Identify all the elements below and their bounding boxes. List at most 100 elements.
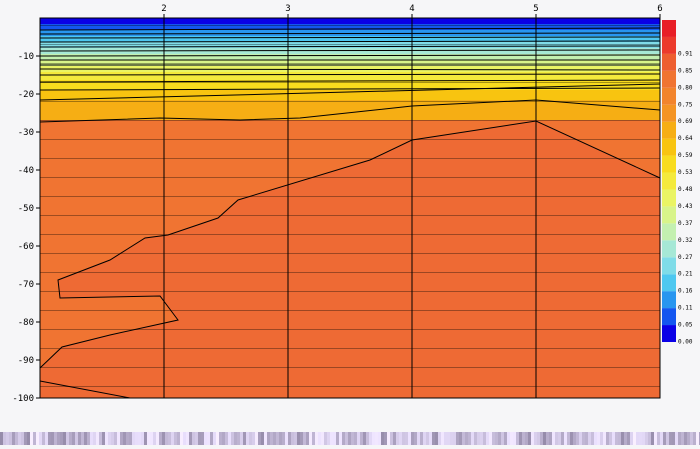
noise-pixel [561,432,564,445]
noise-pixel [582,432,585,445]
noise-pixel [81,432,84,445]
noise-pixel [309,432,312,445]
noise-pixel [240,432,243,445]
colorbar-swatch [662,240,676,258]
noise-pixel [123,432,126,445]
colorbar-swatch [662,87,676,105]
noise-pixel [84,432,87,445]
x-tick-label: 5 [533,4,538,14]
y-tick-label: -20 [18,90,34,100]
noise-pixel [111,432,114,445]
noise-pixel [336,432,339,445]
noise-pixel [405,432,408,445]
colorbar-label: 0.11 [678,305,693,312]
noise-pixel [15,432,18,445]
noise-pixel [573,432,576,445]
noise-pixel [411,432,414,445]
noise-pixel [225,432,228,445]
noise-pixel [444,432,447,445]
noise-pixel [72,432,75,445]
noise-pixel [108,432,111,445]
noise-pixel [222,432,225,445]
colorbar-swatch [662,70,676,88]
y-tick-label: -10 [18,52,34,62]
noise-pixel [213,432,216,445]
noise-pixel [462,432,465,445]
noise-pixel [528,432,531,445]
noise-pixel [450,432,453,445]
noise-pixel [648,432,651,445]
noise-pixel [237,432,240,445]
noise-pixel [48,432,51,445]
noise-pixel [39,432,42,445]
noise-pixel [393,432,396,445]
noise-pixel [555,432,558,445]
colorbar-label: 0.80 [678,84,693,91]
noise-pixel [630,432,633,445]
colorbar-swatch [662,104,676,122]
colorbar-swatch [662,206,676,224]
noise-pixel [96,432,99,445]
noise-pixel [675,432,678,445]
noise-pixel [30,432,33,445]
noise-pixel [129,432,132,445]
noise-pixel [549,432,552,445]
noise-pixel [33,432,36,445]
noise-pixel [315,432,318,445]
noise-pixel [267,432,270,445]
noise-pixel [231,432,234,445]
noise-pixel [6,432,9,445]
noise-pixel [627,432,630,445]
noise-pixel [459,432,462,445]
noise-pixel [186,432,189,445]
y-tick-label: -30 [18,128,34,138]
noise-pixel [270,432,273,445]
noise-pixel [447,432,450,445]
colorbar-label: 0.27 [678,254,693,261]
colorbar-swatch [662,20,676,37]
noise-pixel [339,432,342,445]
colorbar-swatch [662,223,676,241]
noise-pixel [42,432,45,445]
noise-pixel [423,432,426,445]
noise-pixel [198,432,201,445]
noise-pixel [216,432,219,445]
noise-pixel [456,432,459,445]
noise-pixel [57,432,60,445]
noise-pixel [654,432,657,445]
noise-pixel [351,432,354,445]
noise-pixel [465,432,468,445]
noise-pixel [354,432,357,445]
noise-pixel [669,432,672,445]
noise-pixel [168,432,171,445]
noise-pixel [516,432,519,445]
noise-pixel [396,432,399,445]
noise-pixel [153,432,156,445]
noise-pixel [525,432,528,445]
noise-pixel [681,432,684,445]
colorbar-swatch [662,121,676,139]
noise-pixel [603,432,606,445]
noise-pixel [609,432,612,445]
noise-pixel [672,432,675,445]
noise-pixel [678,432,681,445]
colorbar-label: 0.32 [678,237,693,244]
noise-pixel [636,432,639,445]
x-tick-label: 2 [161,4,166,14]
colorbar-label: 0.91 [678,50,693,57]
noise-pixel [438,432,441,445]
noise-pixel [537,432,540,445]
noise-pixel [300,432,303,445]
noise-pixel [321,432,324,445]
noise-pixel [510,432,513,445]
noise-pixel [165,432,168,445]
noise-pixel [471,432,474,445]
noise-pixel [432,432,435,445]
noise-pixel [348,432,351,445]
noise-pixel [9,432,12,445]
noise-pixel [177,432,180,445]
colorbar-swatch [662,274,676,292]
noise-pixel [258,432,261,445]
noise-pixel [219,432,222,445]
noise-pixel [66,432,69,445]
